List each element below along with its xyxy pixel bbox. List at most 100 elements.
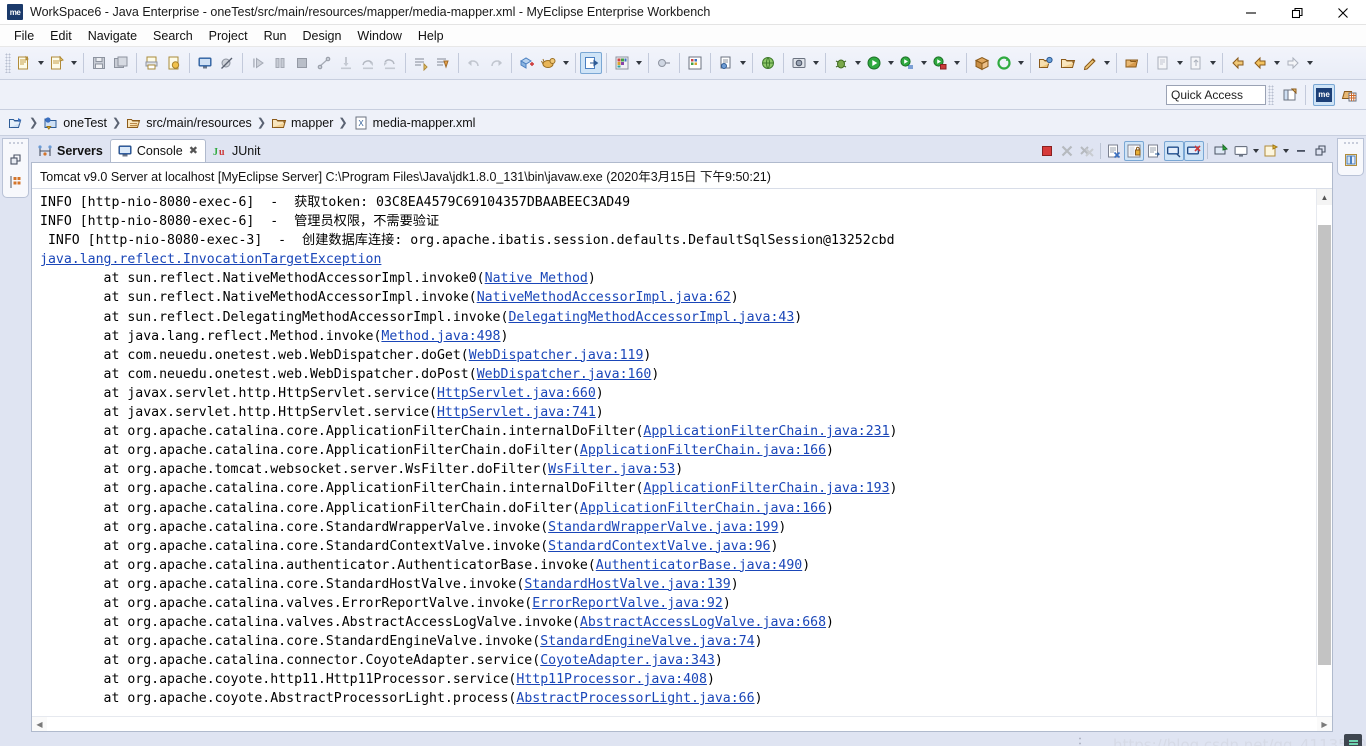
console-line[interactable]: at javax.servlet.http.HttpServlet.servic… — [40, 403, 1316, 422]
tab-servers[interactable]: Servers — [31, 140, 110, 162]
stack-frame-link[interactable]: ApplicationFilterChain.java:166 — [580, 443, 826, 458]
stack-frame-link[interactable]: HttpServlet.java:660 — [437, 386, 596, 401]
console-line[interactable]: at org.apache.catalina.connector.CoyoteA… — [40, 651, 1316, 670]
refresh-dropdown-icon[interactable] — [1015, 52, 1026, 74]
perspective-database-explorer-icon[interactable] — [1338, 84, 1360, 106]
scroll-track[interactable] — [1317, 205, 1332, 716]
new-wizard-dropdown-icon[interactable] — [35, 52, 46, 74]
stack-frame-link[interactable]: Http11Processor.java:408 — [516, 672, 707, 687]
new-project-dropdown-icon[interactable] — [68, 52, 79, 74]
validate-icon[interactable] — [163, 52, 185, 74]
pin-console-button[interactable] — [1211, 141, 1231, 161]
stack-frame-link[interactable]: ApplicationFilterChain.java:193 — [643, 481, 889, 496]
refresh-icon[interactable] — [993, 52, 1015, 74]
scroll-up-icon[interactable]: ▲ — [1317, 189, 1332, 205]
console-line[interactable]: at javax.servlet.http.HttpServlet.servic… — [40, 384, 1316, 403]
terminate-button[interactable] — [1037, 141, 1057, 161]
run-as-server-dropdown-icon[interactable] — [951, 52, 962, 74]
console-line[interactable]: at org.apache.coyote.http11.Http11Proces… — [40, 670, 1316, 689]
fast-view-grip[interactable] — [8, 141, 23, 146]
spell-check-icon[interactable] — [653, 52, 675, 74]
stack-frame-link[interactable]: StandardHostValve.java:139 — [524, 577, 730, 592]
console-line[interactable]: at org.apache.catalina.valves.ErrorRepor… — [40, 594, 1316, 613]
console-line[interactable]: at org.apache.coyote.AbstractProcessorLi… — [40, 689, 1316, 708]
stack-frame-link[interactable]: ErrorReportValve.java:92 — [532, 596, 723, 611]
perspective-myeclipse-java-enterprise-icon[interactable]: me — [1313, 83, 1335, 106]
show-console-on-output-button[interactable] — [1164, 141, 1184, 161]
scroll-lock-button[interactable] — [1124, 141, 1144, 161]
snapshot-dropdown-icon[interactable] — [810, 52, 821, 74]
menu-run[interactable]: Run — [256, 27, 295, 45]
stack-frame-link[interactable]: AbstractProcessorLight.java:66 — [516, 691, 754, 706]
breadcrumb-item-source-folder[interactable]: src/main/resources — [126, 115, 252, 131]
breadcrumb-item-file[interactable]: X media-mapper.xml — [353, 115, 475, 131]
new-wizard-icon[interactable] — [13, 52, 35, 74]
show-console-on-error-button[interactable] — [1184, 141, 1204, 161]
stack-frame-link[interactable]: NativeMethodAccessorImpl.java:62 — [477, 290, 731, 305]
stack-frame-link[interactable]: StandardEngineValve.java:74 — [540, 634, 754, 649]
tab-junit[interactable]: Ju JUnit — [206, 140, 267, 162]
close-icon[interactable]: ✖ — [189, 145, 198, 157]
stack-frame-link[interactable]: AuthenticatorBase.java:490 — [596, 558, 802, 573]
menu-navigate[interactable]: Navigate — [80, 27, 145, 45]
menu-file[interactable]: File — [6, 27, 42, 45]
quick-access-grip[interactable] — [1268, 84, 1274, 105]
word-wrap-button[interactable] — [1144, 141, 1164, 161]
run-report-dropdown-icon[interactable] — [737, 52, 748, 74]
palette-icon[interactable] — [611, 52, 633, 74]
new-project-icon[interactable] — [46, 52, 68, 74]
tomcat-dropdown-icon[interactable] — [560, 52, 571, 74]
remove-launch-button[interactable] — [1057, 141, 1077, 161]
remove-all-launches-button[interactable] — [1077, 141, 1097, 161]
open-console-dropdown-icon[interactable] — [1281, 141, 1291, 161]
search-annotation-icon[interactable] — [432, 52, 454, 74]
print-icon[interactable] — [141, 52, 163, 74]
clear-console-button[interactable] — [1104, 141, 1124, 161]
stack-frame-link[interactable]: ApplicationFilterChain.java:231 — [643, 424, 889, 439]
stack-frame-link[interactable]: HttpServlet.java:741 — [437, 405, 596, 420]
console-line[interactable]: at org.apache.catalina.core.ApplicationF… — [40, 479, 1316, 498]
open-browser-icon[interactable] — [757, 52, 779, 74]
menu-design[interactable]: Design — [295, 27, 350, 45]
outline-icon[interactable] — [6, 172, 26, 192]
console-line[interactable]: at org.apache.catalina.core.StandardHost… — [40, 575, 1316, 594]
stack-frame-link[interactable]: WebDispatcher.java:160 — [477, 367, 652, 382]
minimize-icon[interactable] — [1228, 0, 1274, 25]
maximize-button[interactable] — [1311, 141, 1331, 161]
search-resource-icon[interactable] — [1079, 52, 1101, 74]
menu-search[interactable]: Search — [145, 27, 201, 45]
status-bar-grip[interactable] — [1078, 736, 1082, 746]
forward-dropdown-icon[interactable] — [1304, 52, 1315, 74]
console-horizontal-scrollbar[interactable]: ◀ ▶ — [32, 716, 1332, 731]
exception-link[interactable]: java.lang.reflect.InvocationTargetExcept… — [40, 252, 381, 267]
restore-icon[interactable] — [6, 150, 26, 170]
stack-frame-link[interactable]: DelegatingMethodAccessorImpl.java:43 — [508, 310, 794, 325]
console-line[interactable]: at com.neuedu.onetest.web.WebDispatcher.… — [40, 365, 1316, 384]
run-configurations-dropdown-icon[interactable] — [918, 52, 929, 74]
console-line[interactable]: INFO [http-nio-8080-exec-6] - 获取token: 0… — [40, 193, 1316, 212]
open-console-button[interactable] — [1261, 141, 1281, 161]
menu-edit[interactable]: Edit — [42, 27, 80, 45]
close-icon[interactable] — [1320, 0, 1366, 25]
run-configurations-icon[interactable] — [896, 52, 918, 74]
snapshot-icon[interactable] — [788, 52, 810, 74]
debug-icon[interactable] — [830, 52, 852, 74]
console-line[interactable]: java.lang.reflect.InvocationTargetExcept… — [40, 250, 1316, 269]
console-line[interactable]: at org.apache.catalina.valves.AbstractAc… — [40, 613, 1316, 632]
next-annotation-icon[interactable] — [410, 52, 432, 74]
color-grid-icon[interactable] — [684, 52, 706, 74]
restore-icon[interactable] — [1274, 0, 1320, 25]
tab-console[interactable]: Console ✖ — [109, 139, 206, 162]
stack-frame-link[interactable]: WsFilter.java:53 — [548, 462, 675, 477]
display-selected-console-button[interactable] — [1231, 141, 1251, 161]
palette-dropdown-icon[interactable] — [633, 52, 644, 74]
last-edit-dropdown-icon[interactable] — [1207, 52, 1218, 74]
search-dropdown-icon[interactable] — [1101, 52, 1112, 74]
toolbar-grip[interactable] — [5, 53, 11, 73]
console-line[interactable]: at org.apache.catalina.core.ApplicationF… — [40, 499, 1316, 518]
minimize-button[interactable] — [1291, 141, 1311, 161]
console-line[interactable]: at java.lang.reflect.Method.invoke(Metho… — [40, 327, 1316, 346]
console-line[interactable]: at sun.reflect.DelegatingMethodAccessorI… — [40, 308, 1316, 327]
editor-layout-icon[interactable] — [1341, 150, 1361, 170]
run-as-server-icon[interactable] — [929, 52, 951, 74]
